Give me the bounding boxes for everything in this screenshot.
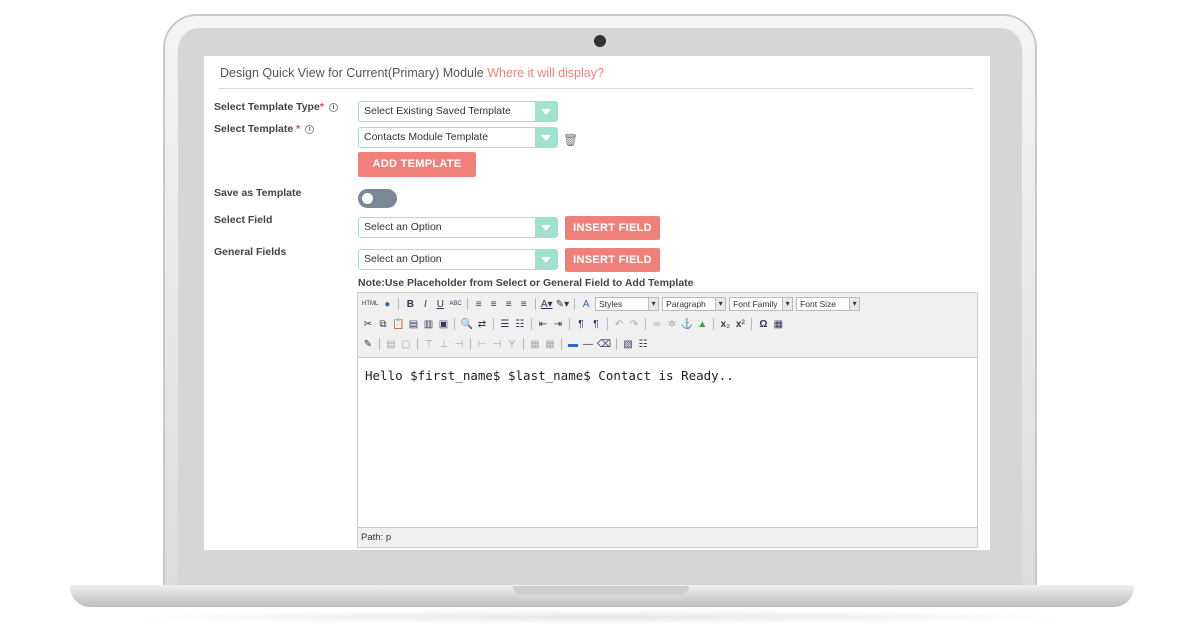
image-icon[interactable]: ▲ [696, 319, 708, 330]
paste-icon[interactable]: 📋 [392, 319, 404, 330]
divider [218, 88, 974, 89]
chevron-down-icon [535, 250, 557, 269]
where-display-link[interactable]: Where it will display? [487, 66, 604, 80]
delete-row-icon[interactable]: ⊣ [453, 339, 465, 350]
editor-content[interactable]: Hello $first_name$ $last_name$ Contact i… [358, 357, 977, 527]
select-field-label: Select Field [214, 214, 273, 226]
insert-row-after-icon[interactable]: ⊥ [438, 339, 450, 350]
superscript-icon[interactable]: x² [734, 319, 746, 330]
cut-icon[interactable]: ✂ [362, 319, 374, 330]
chevron-down-icon [535, 128, 557, 147]
find-icon[interactable]: 🔍 [460, 319, 472, 330]
screen: Design Quick View for Current(Primary) M… [204, 56, 990, 550]
strikethrough-icon[interactable]: ABC [449, 301, 461, 307]
insert-general-field-button[interactable]: INSERT FIELD [565, 248, 660, 272]
page-break-icon[interactable]: ☷ [637, 339, 649, 350]
insert-field-button[interactable]: INSERT FIELD [565, 216, 660, 240]
help-icon[interactable]: ● [381, 299, 393, 310]
select-field-select[interactable]: Select an Option [358, 217, 558, 238]
rich-text-editor: HTML● BIUABC ≡≡≡≡ A▾✎▾A Styles Paragraph… [357, 292, 978, 548]
info-icon[interactable]: i [305, 125, 315, 134]
general-fields-label: General Fields [214, 246, 287, 258]
redo-icon[interactable]: ↷ [628, 319, 640, 330]
styles-icon[interactable]: A [580, 299, 592, 310]
split-cells-icon[interactable]: ▦ [529, 339, 541, 350]
insert-col-before-icon[interactable]: ⊢ [476, 339, 488, 350]
editor-path: Path: p [358, 527, 977, 547]
chevron-down-icon [535, 102, 557, 121]
anchor-icon[interactable]: ⚓ [681, 319, 693, 330]
insert-col-after-icon[interactable]: ⊣ [491, 339, 503, 350]
laptop-shadow [120, 610, 1080, 624]
cell-props-icon[interactable]: ▢ [400, 339, 412, 350]
special-char-icon[interactable]: Ω [757, 319, 769, 330]
toolbar-row-3: ✎ ▤ ▢ ⊤ ⊥ ⊣ ⊢ ⊣ Y ▦ ▦ ▬ — ⌫ ▧ ☷ [362, 335, 649, 353]
row-props-icon[interactable]: ▤ [385, 339, 397, 350]
paste-text-icon[interactable]: ▤ [407, 319, 419, 330]
delete-col-icon[interactable]: Y [506, 339, 518, 350]
align-justify-icon[interactable]: ≡ [518, 299, 530, 310]
table-icon[interactable]: ▦ [772, 319, 784, 330]
edit-icon[interactable]: ✎ [362, 339, 374, 350]
template-select[interactable]: Contacts Module Template [358, 127, 558, 148]
subscript-icon[interactable]: x₂ [719, 319, 731, 330]
chevron-down-icon [535, 218, 557, 237]
undo-icon[interactable]: ↶ [613, 319, 625, 330]
replace-icon[interactable]: ⇄ [476, 319, 488, 330]
font-size-dropdown[interactable]: Font Size [796, 297, 861, 311]
ltr-icon[interactable]: ¶ [575, 319, 587, 330]
indent-icon[interactable]: ⇥ [552, 319, 564, 330]
add-template-button[interactable]: ADD TEMPLATE [358, 152, 476, 177]
note-text: Note:Use Placeholder from Select or Gene… [358, 277, 694, 289]
rtl-icon[interactable]: ¶ [590, 319, 602, 330]
font-family-dropdown[interactable]: Font Family [729, 297, 794, 311]
html-icon[interactable]: HTML [362, 301, 378, 307]
paste-icon[interactable]: ▧ [622, 339, 634, 350]
italic-icon[interactable]: I [419, 299, 431, 310]
copy-icon[interactable]: ⧉ [377, 319, 389, 330]
visual-aid-icon[interactable]: ▬ [567, 339, 579, 350]
eraser-icon[interactable]: ⌫ [597, 339, 611, 350]
link-icon[interactable]: ∞ [651, 319, 663, 330]
toolbar-row-2: ✂ ⧉ 📋 ▤ ▥ ▣ 🔍 ⇄ ☰ ☷ ⇤ ⇥ ¶ ¶ ↶ ↷ ∞ ✲ ⚓ ▲ x₂ x² Ω ▦ [362, 315, 784, 333]
save-as-template-toggle[interactable] [358, 189, 397, 208]
merge-cells-icon[interactable]: ▦ [544, 339, 556, 350]
numbered-list-icon[interactable]: ☷ [514, 319, 526, 330]
template-type-label: Select Template Type* i [214, 101, 338, 113]
unlink-icon[interactable]: ✲ [666, 319, 678, 330]
template-type-select[interactable]: Select Existing Saved Template [358, 101, 558, 122]
page-title: Design Quick View for Current(Primary) M… [220, 66, 604, 80]
highlight-color-icon[interactable]: ✎▾ [556, 299, 569, 310]
outdent-icon[interactable]: ⇤ [537, 319, 549, 330]
styles-dropdown[interactable]: Styles [595, 297, 660, 311]
toolbar-row-1: HTML● BIUABC ≡≡≡≡ A▾✎▾A Styles Paragraph… [362, 295, 861, 313]
align-center-icon[interactable]: ≡ [488, 299, 500, 310]
template-label: Select Template * i [214, 123, 315, 135]
camera [594, 35, 606, 47]
align-right-icon[interactable]: ≡ [503, 299, 515, 310]
paragraph-dropdown[interactable]: Paragraph [662, 297, 727, 311]
save-as-template-label: Save as Template [214, 187, 302, 199]
select-all-icon[interactable]: ▣ [437, 319, 449, 330]
underline-icon[interactable]: U [434, 299, 446, 310]
insert-row-before-icon[interactable]: ⊤ [423, 339, 435, 350]
text-color-icon[interactable]: A▾ [541, 299, 553, 310]
align-left-icon[interactable]: ≡ [473, 299, 485, 310]
bullet-list-icon[interactable]: ☰ [499, 319, 511, 330]
bold-icon[interactable]: B [404, 299, 416, 310]
trash-icon[interactable]: 🗑 [563, 133, 578, 147]
laptop-notch [513, 586, 689, 595]
horizontal-rule-icon[interactable]: — [582, 339, 594, 350]
general-fields-select[interactable]: Select an Option [358, 249, 558, 270]
paste-word-icon[interactable]: ▥ [422, 319, 434, 330]
info-icon[interactable]: i [328, 103, 338, 112]
